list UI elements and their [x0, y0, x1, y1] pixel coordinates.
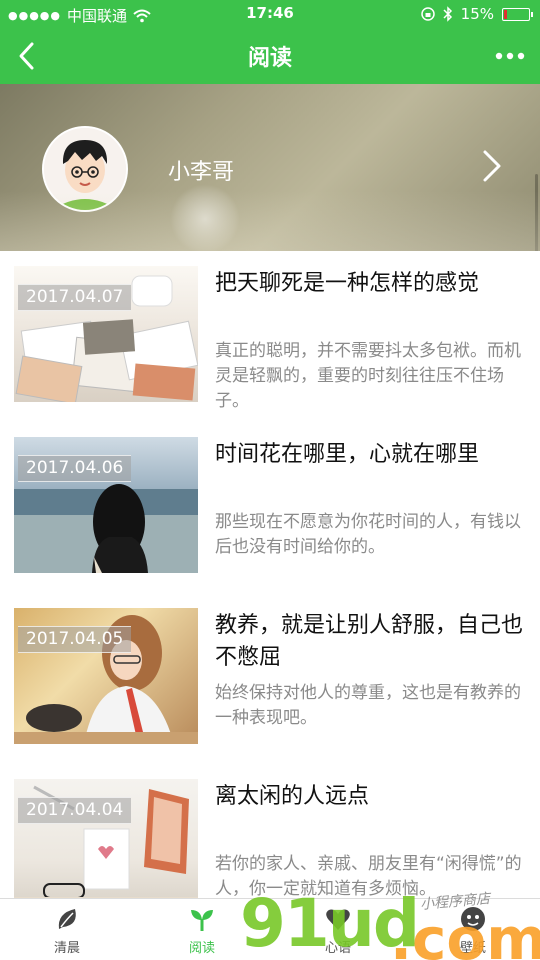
profile-banner[interactable]: 小李哥 — [0, 84, 540, 251]
article-date: 2017.04.04 — [18, 797, 132, 824]
article-summary: 始终保持对他人的尊重，这也是有教养的一种表现吧。 — [215, 683, 521, 728]
avatar-illustration-icon — [44, 128, 126, 210]
battery-icon — [502, 7, 533, 21]
article-title[interactable]: 时间花在哪里，心就在哪里 — [215, 439, 525, 471]
nav-bar: 阅读 — [0, 28, 540, 84]
article-thumbnail[interactable]: 2017.04.05 — [14, 608, 198, 744]
article-item[interactable]: 2017.04.07 把天聊死是一种怎样的感觉 真正的聪明，并不需要抖太多包袱。… — [0, 266, 540, 411]
page-title: 阅读 — [247, 46, 292, 71]
article-summary: 真正的聪明，并不需要抖太多包袱。而机灵是轻飘的，重要的时刻往往压不住场子。 — [215, 341, 521, 411]
sprout-icon — [191, 910, 213, 931]
face-icon — [461, 907, 485, 931]
article-item[interactable]: 2017.04.06 时间花在哪里，心就在哪里 那些现在不愿意为你花时间的人，有… — [0, 437, 540, 577]
tab-label: 壁纸 — [459, 941, 486, 956]
article-date: 2017.04.07 — [18, 284, 132, 311]
tab-label: 阅读 — [188, 941, 215, 956]
article-summary: 那些现在不愿意为你花时间的人，有钱以后也没有时间给你的。 — [215, 512, 521, 557]
article-title[interactable]: 把天聊死是一种怎样的感觉 — [215, 268, 525, 300]
tab-label: 心语 — [324, 941, 351, 956]
status-bar: ●●●●● 中国联通 17:46 15% — [0, 0, 540, 28]
status-right: 15% — [420, 5, 533, 23]
article-title[interactable]: 离太闲的人远点 — [215, 781, 525, 813]
article-item[interactable]: 2017.04.05 教养，就是让别人舒服，自己也不憋屈 始终保持对他人的尊重，… — [0, 608, 540, 748]
article-title[interactable]: 教养，就是让别人舒服，自己也不憋屈 — [215, 610, 525, 674]
battery-percent: 15% — [460, 5, 494, 23]
chevron-right-icon[interactable] — [480, 148, 504, 184]
tab-heart-words[interactable]: 心语 — [298, 905, 378, 956]
reading-page: ●●●●● 中国联通 17:46 15% 阅读 小李哥 2017.04.07 把… — [0, 0, 540, 960]
battery-level — [504, 9, 507, 19]
article-date: 2017.04.06 — [18, 455, 132, 482]
avatar[interactable] — [42, 126, 128, 212]
bluetooth-icon — [443, 6, 452, 22]
heart-icon — [326, 909, 350, 930]
tab-label: 清晨 — [53, 941, 80, 956]
more-dots-icon[interactable] — [490, 38, 530, 74]
article-date: 2017.04.05 — [18, 626, 132, 653]
article-summary: 若你的家人、亲戚、朋友里有“闲得慌”的人，你一定就知道有多烦恼。 — [215, 854, 522, 899]
article-thumbnail[interactable]: 2017.04.07 — [14, 266, 198, 402]
tab-morning[interactable]: 清晨 — [27, 905, 107, 956]
lock-rotation-icon — [420, 7, 435, 21]
scrollbar[interactable] — [535, 174, 538, 251]
tab-bar: 清晨 阅读 心语 壁纸 — [0, 898, 540, 960]
leaf-icon — [58, 909, 76, 929]
profile-name: 小李哥 — [168, 160, 235, 185]
tab-wallpaper[interactable]: 壁纸 — [433, 905, 513, 956]
article-thumbnail[interactable]: 2017.04.06 — [14, 437, 198, 573]
tab-reading[interactable]: 阅读 — [162, 905, 242, 956]
article-thumbnail[interactable]: 2017.04.04 — [14, 779, 198, 915]
